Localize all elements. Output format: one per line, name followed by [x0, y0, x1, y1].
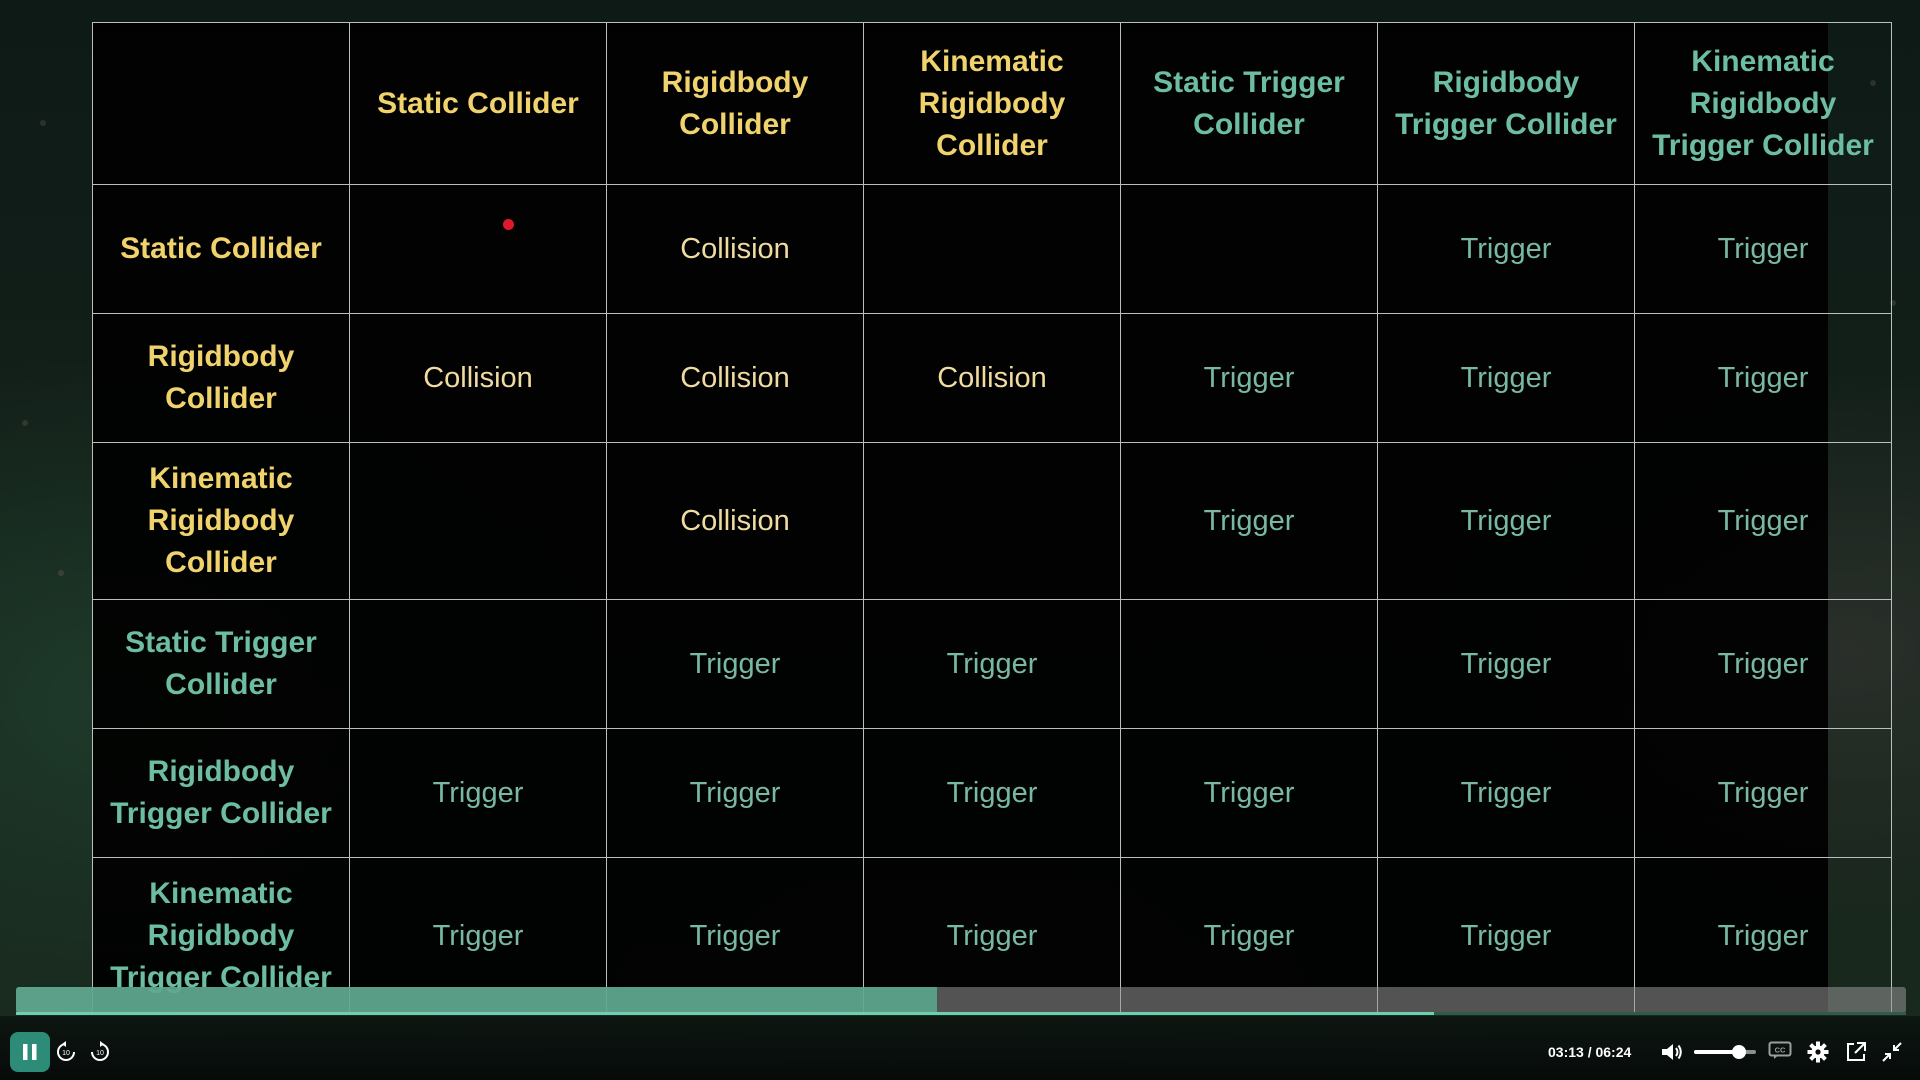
seek-bar-buffered [16, 987, 937, 1013]
matrix-cell: Trigger [1634, 599, 1892, 729]
column-header: Rigidbody Trigger Collider [1377, 22, 1635, 185]
matrix-cell: Trigger [1120, 313, 1378, 443]
pause-button[interactable] [10, 1032, 50, 1072]
matrix-cell: Trigger [606, 599, 864, 729]
matrix-cell: Trigger [1120, 442, 1378, 600]
row-header: Static Trigger Collider [92, 599, 350, 729]
video-stage[interactable]: Static Collider Rigidbody Collider Kinemat… [0, 0, 1920, 1080]
table-row: Static Trigger Collider Trigger Trigger Tri… [92, 599, 1892, 729]
time-separator: / [1587, 1044, 1592, 1060]
matrix-cell: Trigger [863, 599, 1121, 729]
table-row: Kinematic Rigidbody Collider Collision Tri… [92, 442, 1892, 600]
volume-icon [1662, 1044, 1682, 1060]
matrix-corner-cell [92, 22, 350, 185]
matrix-cell: Trigger [1377, 728, 1635, 858]
seek-bar[interactable] [16, 987, 1906, 1013]
popout-icon [1847, 1042, 1866, 1061]
column-header: Static Trigger Collider [1120, 22, 1378, 185]
volume-button[interactable] [1658, 1040, 1686, 1064]
matrix-cell: Trigger [863, 728, 1121, 858]
forward-10-button[interactable]: 10 [86, 1038, 114, 1066]
matrix-cell: Collision [606, 184, 864, 314]
matrix-cell: Trigger [1377, 442, 1635, 600]
matrix-header-row: Static Collider Rigidbody Collider Kinemat… [92, 22, 1892, 185]
matrix-cell: Trigger [1120, 728, 1378, 858]
cursor-pointer-dot [503, 219, 514, 230]
column-header: Static Collider [349, 22, 607, 185]
forward-10-icon: 10 [91, 1041, 109, 1061]
player-control-bar [0, 1016, 1920, 1080]
rewind-10-button[interactable]: 10 [52, 1038, 80, 1066]
svg-text:10: 10 [96, 1050, 104, 1057]
matrix-cell: Trigger [349, 728, 607, 858]
captions-button[interactable]: CC [1766, 1038, 1794, 1062]
column-header: Kinematic Rigidbody Trigger Collider [1634, 22, 1892, 185]
matrix-cell: Trigger [606, 728, 864, 858]
background-speck [58, 570, 64, 576]
matrix-cell: Trigger [1377, 184, 1635, 314]
matrix-cell: Collision [349, 313, 607, 443]
matrix-cell [349, 184, 607, 314]
svg-text:10: 10 [62, 1050, 70, 1057]
background-speck [40, 120, 46, 126]
matrix-cell [1120, 184, 1378, 314]
matrix-cell [349, 599, 607, 729]
seek-bar-line[interactable] [16, 1012, 1906, 1015]
background-speck [22, 420, 28, 426]
gear-icon [1807, 1041, 1829, 1063]
exit-fullscreen-button[interactable] [1878, 1038, 1906, 1066]
matrix-cell: Trigger [1377, 313, 1635, 443]
matrix-cell: Trigger [1634, 184, 1892, 314]
pause-icon [23, 1044, 37, 1060]
column-header: Rigidbody Collider [606, 22, 864, 185]
table-row: Static Collider Collision Trigger Trigger [92, 184, 1892, 314]
collision-matrix-table: Static Collider Rigidbody Collider Kinemat… [92, 22, 1892, 1015]
matrix-cell: Trigger [1634, 442, 1892, 600]
row-header: Kinematic Rigidbody Collider [92, 442, 350, 600]
matrix-cell [863, 184, 1121, 314]
matrix-cell: Trigger [1634, 313, 1892, 443]
svg-text:CC: CC [1775, 1046, 1786, 1055]
popout-button[interactable] [1842, 1038, 1870, 1066]
row-header: Static Collider [92, 184, 350, 314]
time-readout: 03:13 / 06:24 [1548, 1040, 1631, 1064]
volume-slider[interactable] [1694, 1045, 1756, 1059]
matrix-cell [349, 442, 607, 600]
matrix-cell: Trigger [1377, 599, 1635, 729]
seek-bar-played [16, 1012, 1434, 1015]
current-time: 03:13 [1548, 1044, 1584, 1060]
table-row: Rigidbody Collider Collision Collision Coll… [92, 313, 1892, 443]
matrix-cell [863, 442, 1121, 600]
row-header: Rigidbody Collider [92, 313, 350, 443]
matrix-cell: Collision [606, 313, 864, 443]
table-row: Rigidbody Trigger Collider Trigger Trigger… [92, 728, 1892, 858]
column-header: Kinematic Rigidbody Collider [863, 22, 1121, 185]
row-header: Rigidbody Trigger Collider [92, 728, 350, 858]
volume-handle[interactable] [1732, 1045, 1746, 1059]
matrix-cell: Collision [863, 313, 1121, 443]
captions-icon: CC [1768, 1041, 1792, 1059]
collision-matrix-slide: Static Collider Rigidbody Collider Kinemat… [92, 22, 1892, 1015]
matrix-cell [1120, 599, 1378, 729]
duration: 06:24 [1595, 1044, 1632, 1060]
settings-button[interactable] [1804, 1038, 1832, 1066]
matrix-cell: Collision [606, 442, 864, 600]
exit-fullscreen-icon [1882, 1042, 1902, 1062]
rewind-10-icon: 10 [57, 1041, 75, 1061]
matrix-cell: Trigger [1634, 728, 1892, 858]
